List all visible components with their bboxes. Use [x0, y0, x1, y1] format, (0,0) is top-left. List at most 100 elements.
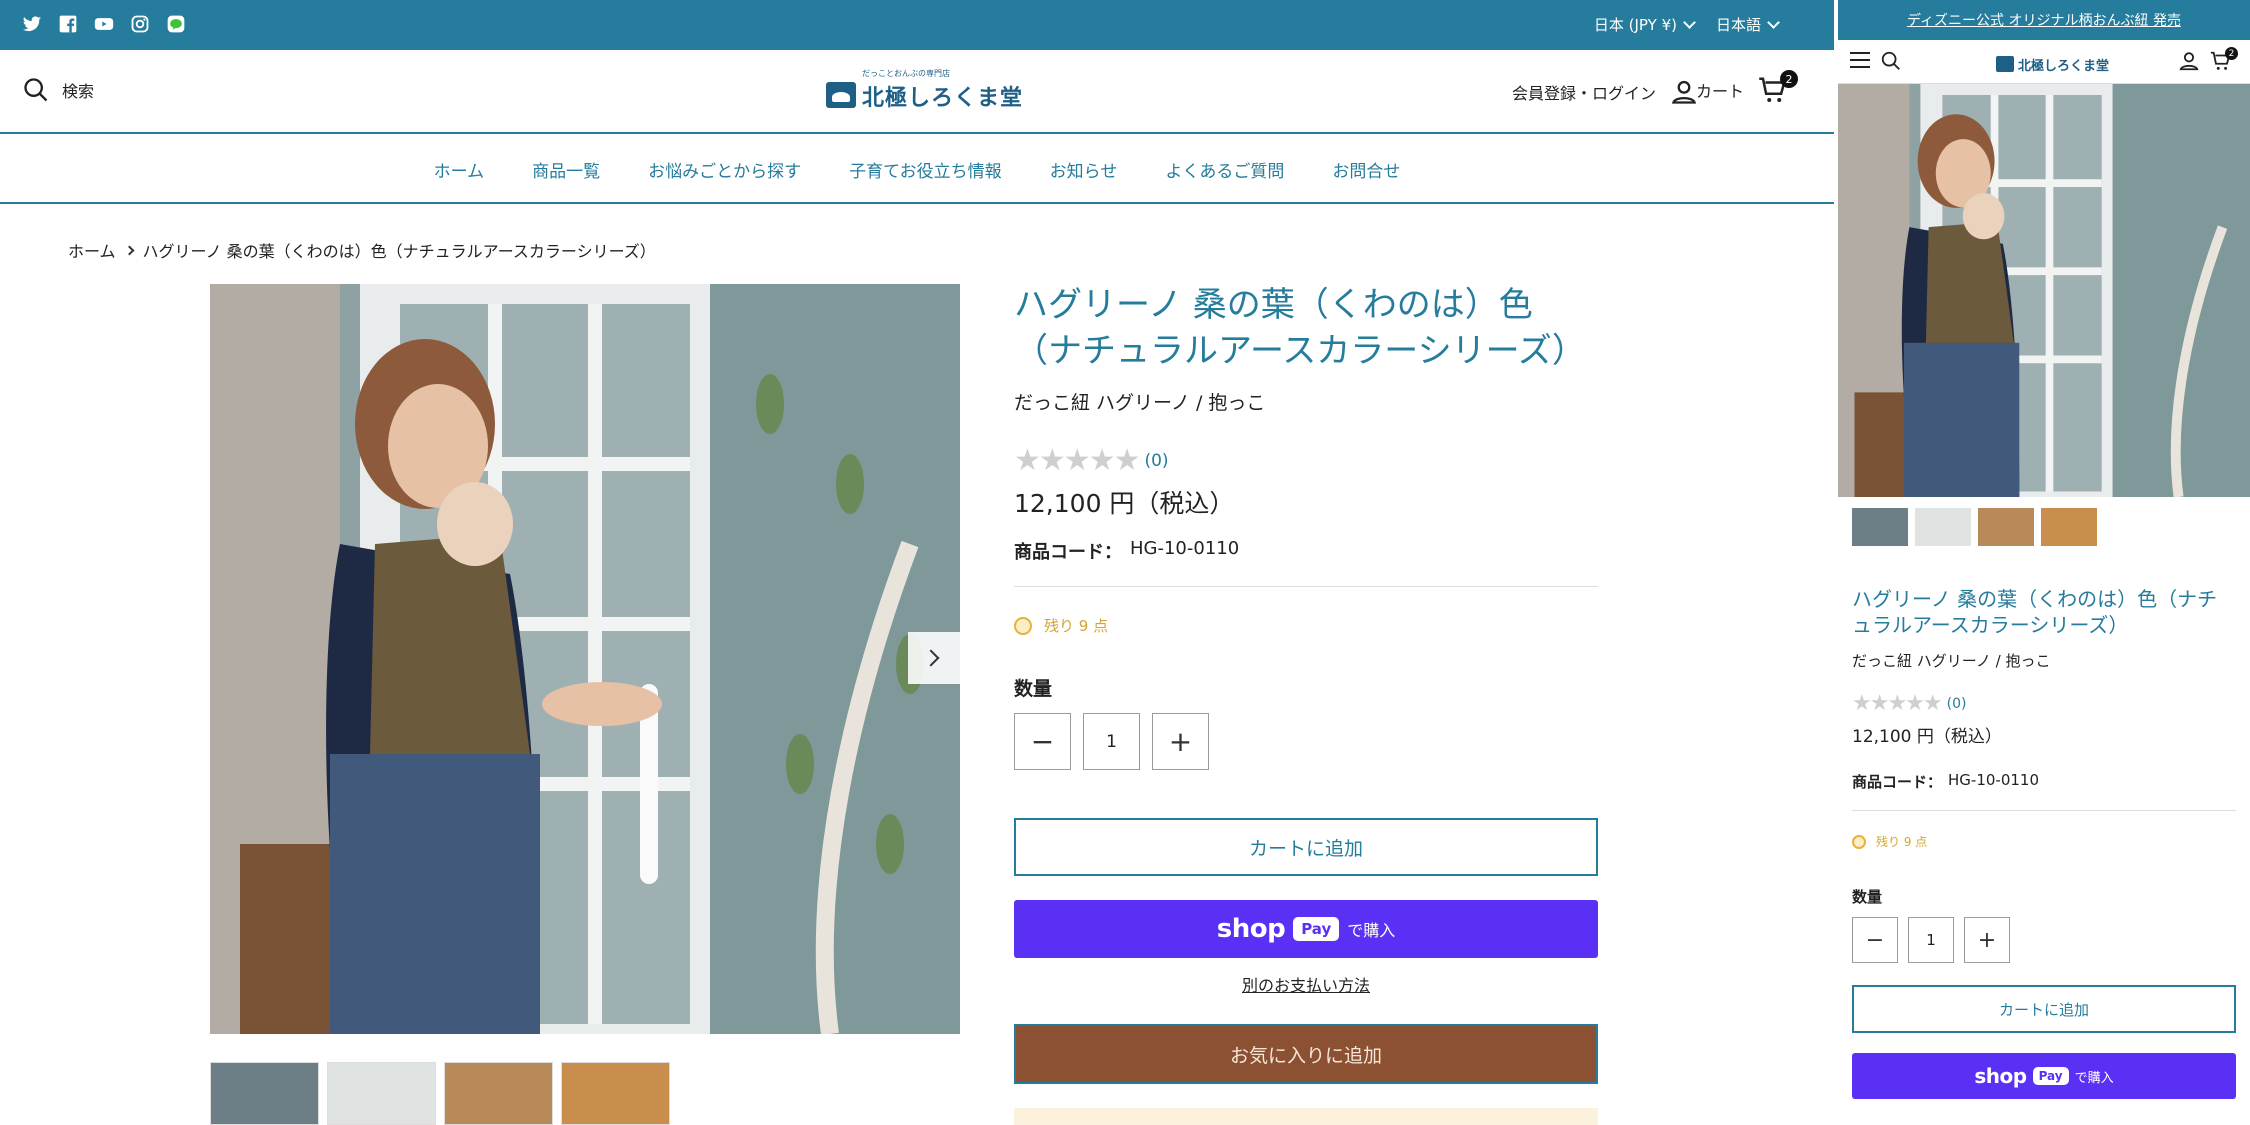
shop-pay-buy-label: で購入 [1347, 921, 1396, 940]
mobile-cart-button[interactable]: 2 [2210, 47, 2238, 72]
user-icon [2179, 52, 2199, 71]
cart-label: カート [1695, 82, 1744, 101]
add-to-cart-button[interactable]: カートに追加 [1014, 818, 1598, 876]
site-logo[interactable]: だっことおんぶの専門店 北極しろくま堂 [826, 68, 1022, 114]
cart-link[interactable]: カート 2 [1695, 70, 1798, 106]
logo-tagline: だっことおんぶの専門店 [862, 69, 950, 78]
search-icon [24, 78, 48, 102]
divider [1014, 586, 1598, 587]
quantity-increase-button[interactable]: + [1152, 713, 1209, 770]
sku-value: HG-10-0110 [1948, 771, 2040, 789]
nav-item-home[interactable]: ホーム [434, 157, 485, 182]
mobile-account-button[interactable] [2178, 50, 2200, 76]
add-to-favorites-button[interactable]: お気に入りに追加 [1014, 1024, 1598, 1084]
stock-status: 残り 9 点 [1852, 833, 2236, 850]
quantity-decrease-button[interactable]: − [1014, 713, 1071, 770]
main-nav: ホーム 商品一覧 お悩みごとから探す 子育てお役立ち情報 お知らせ よくあるご質… [0, 136, 1834, 204]
thumbnail-2[interactable] [1915, 508, 1971, 546]
product-info: ハグリーノ 桑の葉（くわのは）色（ナチュラルアースカラーシリーズ） だっこ紐 ハ… [1014, 282, 1598, 1084]
carousel-next-button[interactable] [908, 632, 960, 684]
alternate-payment-link[interactable]: 別のお支払い方法 [1014, 972, 1598, 996]
shop-pay-pill: Pay [1293, 917, 1340, 941]
language-selector[interactable]: 日本語 [1715, 14, 1780, 35]
social-links [22, 14, 186, 34]
locale-switchers: 日本 (JPY ¥) 日本語 [1593, 14, 1780, 35]
add-to-cart-button[interactable]: カートに追加 [1852, 985, 2236, 1033]
facebook-icon[interactable] [58, 14, 78, 34]
product-sku: 商品コード： HG-10-0110 [1852, 771, 2236, 792]
chevron-right-icon [922, 649, 940, 667]
nav-item-parenting-info[interactable]: 子育てお役立ち情報 [849, 157, 1002, 182]
thumbnail-strip [210, 1062, 670, 1125]
announcement-bar[interactable]: ディズニー公式 オリジナル柄おんぶ紐 発売 [1838, 0, 2250, 40]
mobile-logo-text: 北極しろくま堂 [2018, 59, 2110, 74]
thumbnail-2[interactable] [327, 1062, 436, 1125]
language-label: 日本語 [1715, 16, 1761, 34]
product-vendor[interactable]: だっこ紐 ハグリーノ / 抱っこ [1852, 650, 2236, 671]
quantity-input[interactable]: 1 [1908, 917, 1954, 963]
thumbnail-1[interactable] [1852, 508, 1908, 546]
stock-label: 残り 9 点 [1876, 835, 1928, 849]
nav-item-contact[interactable]: お問合せ [1332, 157, 1400, 182]
cart-icon-wrap: 2 [1758, 70, 1798, 106]
product-rating[interactable]: ★★★★★ (0) [1014, 443, 1598, 478]
quantity-stepper: − 1 + [1852, 917, 2236, 963]
thumbnail-3[interactable] [1978, 508, 2034, 546]
nav-item-concerns[interactable]: お悩みごとから探す [648, 157, 801, 182]
shop-pay-button[interactable]: shop Pay で購入 [1852, 1053, 2236, 1099]
sku-value: HG-10-0110 [1130, 538, 1240, 559]
nav-item-faq[interactable]: よくあるご質問 [1165, 157, 1284, 182]
user-icon [1671, 80, 1697, 104]
stock-status: 残り 9 点 [1014, 615, 1598, 636]
clock-icon [1852, 834, 1866, 849]
shop-pay-wordmark: shop [1974, 1064, 2027, 1088]
product-main-image[interactable] [210, 284, 960, 1034]
hamburger-menu-icon[interactable] [1850, 52, 1870, 68]
mobile-header: 北極しろくま堂 2 [1838, 40, 2250, 84]
top-bar: 日本 (JPY ¥) 日本語 [0, 0, 1834, 50]
nav-item-news[interactable]: お知らせ [1050, 157, 1118, 182]
mobile-search-button[interactable] [1880, 50, 1902, 76]
search-button[interactable]: 検索 [22, 76, 94, 104]
product-price: 12,100 円（税込） [1852, 727, 2002, 747]
currency-label: 日本 (JPY ¥) [1593, 16, 1677, 34]
account-link[interactable]: 会員登録・ログイン [1512, 78, 1698, 106]
thumbnail-4[interactable] [561, 1062, 670, 1125]
thumbnail-1[interactable] [210, 1062, 319, 1125]
mobile-product-info: ハグリーノ 桑の葉（くわのは）色（ナチュラルアースカラーシリーズ） だっこ紐 ハ… [1852, 586, 2236, 1099]
cart-count-badge: 2 [2225, 47, 2238, 60]
currency-selector[interactable]: 日本 (JPY ¥) [1593, 14, 1696, 35]
twitter-icon[interactable] [22, 14, 42, 34]
thumbnail-3[interactable] [444, 1062, 553, 1125]
mobile-product-image[interactable] [1838, 84, 2250, 497]
instagram-icon[interactable] [130, 14, 150, 34]
clock-icon [1014, 616, 1032, 635]
product-title: ハグリーノ 桑の葉（くわのは）色（ナチュラルアースカラーシリーズ） [1014, 285, 1586, 371]
quantity-input[interactable]: 1 [1083, 713, 1140, 770]
product-vendor[interactable]: だっこ紐 ハグリーノ / 抱っこ [1014, 388, 1598, 415]
notice-box [1014, 1108, 1598, 1125]
product-rating[interactable]: ★★★★★ (0) [1852, 691, 2236, 716]
mobile-site-logo[interactable]: 北極しろくま堂 [1996, 48, 2109, 76]
product-sku: 商品コード： HG-10-0110 [1014, 538, 1598, 564]
review-count[interactable]: (0) [1144, 451, 1168, 471]
shop-pay-button[interactable]: shop Pay で購入 [1014, 900, 1598, 958]
nav-item-products[interactable]: 商品一覧 [532, 157, 600, 182]
star-rating-icon: ★★★★★ [1014, 443, 1140, 478]
quantity-stepper: − 1 + [1014, 713, 1598, 770]
quantity-label: 数量 [1852, 888, 1883, 906]
thumbnail-4[interactable] [2041, 508, 2097, 546]
cart-count-badge: 2 [1780, 70, 1798, 88]
page-root: 日本 (JPY ¥) 日本語 検索 だっことおんぶの専門店 北極しろくま堂 会員… [0, 0, 2250, 1125]
polar-bear-icon [1996, 56, 2014, 72]
youtube-icon[interactable] [94, 14, 114, 34]
line-icon[interactable] [166, 14, 186, 34]
polar-bear-icon [826, 82, 856, 108]
product-title: ハグリーノ 桑の葉（くわのは）色（ナチュラルアースカラーシリーズ） [1852, 587, 2218, 637]
breadcrumb-home[interactable]: ホーム [68, 238, 116, 262]
quantity-decrease-button[interactable]: − [1852, 917, 1898, 963]
quantity-increase-button[interactable]: + [1964, 917, 2010, 963]
quantity-label: 数量 [1014, 678, 1053, 700]
shop-pay-pill: Pay [2032, 1067, 2069, 1085]
review-count[interactable]: (0) [1947, 696, 1967, 712]
